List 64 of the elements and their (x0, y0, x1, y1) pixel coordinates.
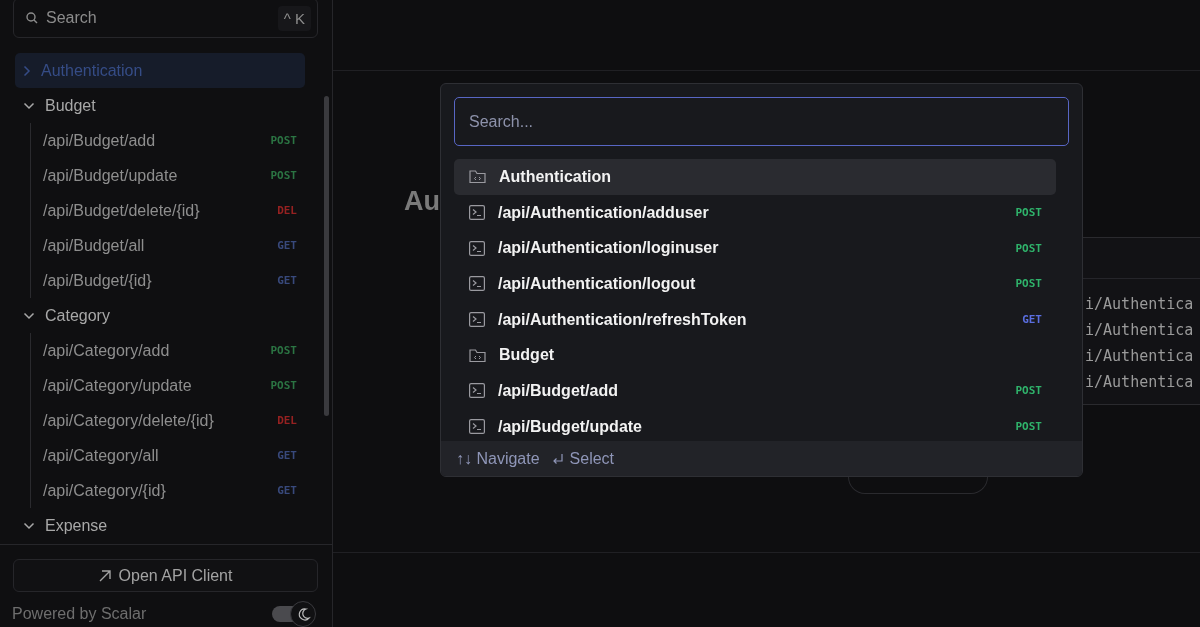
code-line: i/Authentica (1085, 346, 1195, 367)
search-result[interactable]: /api/Budget/add POST (454, 373, 1056, 409)
sidebar-endpoint[interactable]: /api/Category/{id} GET (31, 473, 305, 508)
search-result[interactable]: /api/Budget/update POST (454, 408, 1056, 441)
method-label: GET (277, 274, 298, 287)
sidebar-endpoint[interactable]: /api/Category/delete/{id} DEL (31, 403, 305, 438)
chevron-down-icon (23, 311, 35, 320)
method-label: POST (1015, 420, 1042, 434)
sidebar-endpoint[interactable]: /api/Budget/update POST (31, 158, 305, 193)
method-label: POST (1015, 277, 1042, 291)
keyboard-hint: ↑↓ Navigate (456, 449, 540, 468)
sidebar-endpoint[interactable]: /api/Budget/{id} GET (31, 263, 305, 298)
sidebar-item[interactable]: Category (15, 298, 305, 333)
open-client-button[interactable]: Open API Client (13, 559, 318, 592)
sidebar-endpoint[interactable]: /api/Category/add POST (31, 333, 305, 368)
sidebar-item[interactable]: Budget (15, 88, 305, 123)
terminal-icon (469, 240, 485, 256)
terminal-icon (469, 312, 485, 328)
chevron-down-icon (23, 521, 35, 530)
method-label: GET (277, 239, 298, 252)
method-label: GET (277, 484, 298, 497)
sidebar-endpoint[interactable]: /api/Category/update POST (31, 368, 305, 403)
code-line: i/Authentica (1085, 294, 1195, 315)
dark-mode-toggle[interactable] (272, 601, 316, 627)
method-label: DEL (277, 414, 298, 427)
sidebar-endpoint[interactable]: /api/Budget/all GET (31, 228, 305, 263)
search-icon (26, 12, 38, 24)
powered-by-text: Powered by Scalar (12, 605, 147, 623)
folder-icon (469, 169, 486, 185)
return-key-icon (551, 452, 564, 465)
sidebar-endpoint[interactable]: /api/Budget/delete/{id} DEL (31, 193, 305, 228)
sidebar-endpoint[interactable]: /api/Category/all GET (31, 438, 305, 473)
method-label: POST (270, 134, 298, 147)
terminal-icon (469, 419, 485, 435)
method-label: POST (1015, 206, 1042, 220)
search-result[interactable]: /api/Authentication/loginuser POST (454, 230, 1056, 267)
search-field[interactable]: Search... (454, 97, 1069, 146)
method-label: GET (277, 449, 298, 462)
sidebar-item[interactable]: Expense (15, 508, 305, 543)
search-result[interactable]: /api/Authentication/adduser POST (454, 194, 1056, 231)
method-label: GET (1022, 313, 1042, 327)
method-label: POST (270, 169, 298, 182)
method-label: POST (270, 344, 298, 357)
chevron-right-icon (23, 64, 31, 77)
section-heading: Au (404, 186, 440, 217)
method-label: DEL (277, 204, 298, 217)
code-line: i/Authentica (1085, 320, 1195, 341)
shortcut-key: ^ K (277, 5, 311, 31)
search-result[interactable]: /api/Authentication/logout POST (454, 266, 1056, 302)
arrow-up-right-icon (98, 569, 111, 582)
keyboard-hint: Select (551, 449, 615, 468)
search-result[interactable]: Budget (454, 337, 1056, 374)
chevron-down-icon (23, 101, 35, 110)
code-line: i/Authentica (1085, 372, 1195, 393)
search-result[interactable]: Authentication (454, 159, 1056, 195)
method-label: POST (1015, 241, 1042, 255)
terminal-icon (469, 205, 485, 221)
method-label: POST (1015, 384, 1042, 398)
terminal-icon (469, 383, 485, 399)
folder-icon (469, 347, 486, 363)
terminal-icon (469, 276, 485, 292)
method-label: POST (270, 379, 298, 392)
search-result[interactable]: /api/Authentication/refreshToken GET (454, 301, 1056, 338)
sidebar-endpoint[interactable]: /api/Budget/add POST (31, 123, 305, 158)
